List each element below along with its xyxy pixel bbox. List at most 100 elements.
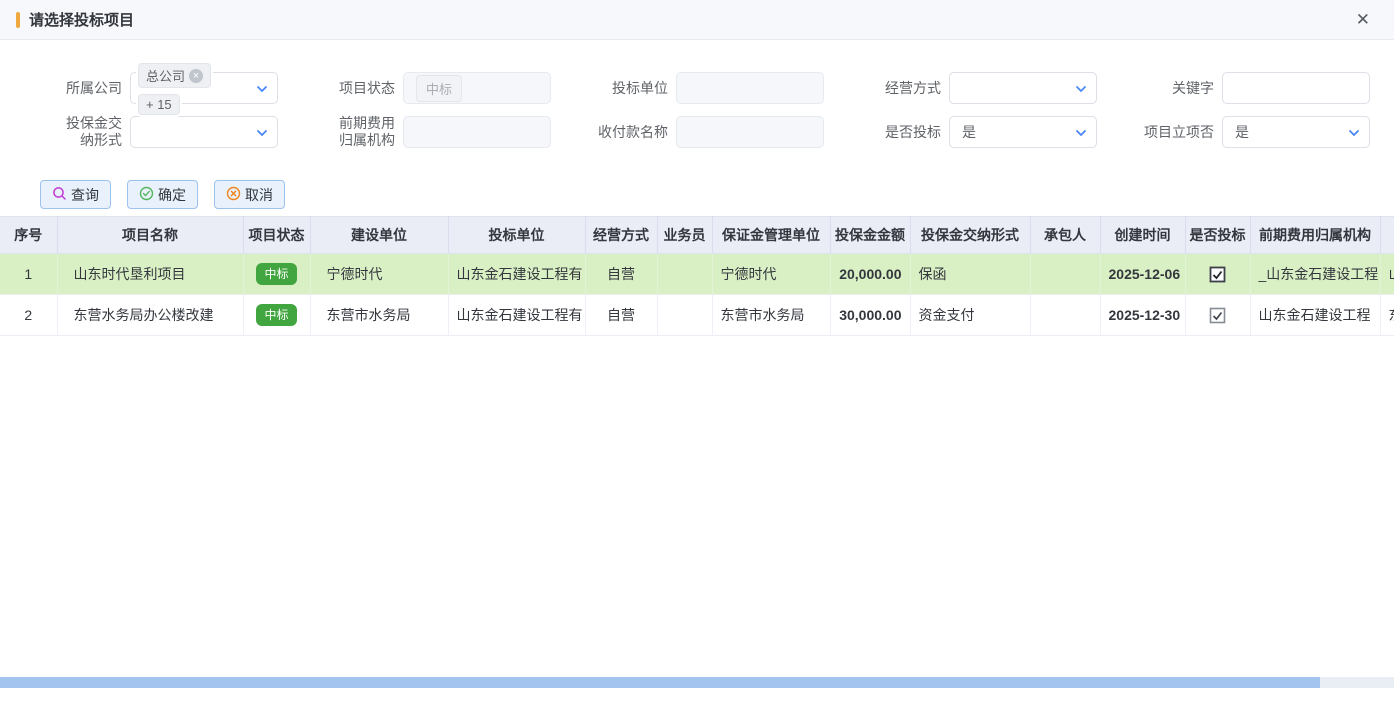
- is-bid-value: 是: [962, 122, 976, 142]
- chevron-down-icon: [255, 82, 269, 99]
- project-table: 序号 项目名称 项目状态 建设单位 投标单位 经营方式 业务员 保证金管理单位 …: [0, 216, 1394, 336]
- horizontal-scrollbar-track[interactable]: [0, 677, 1394, 688]
- cell-mode: 自营: [585, 254, 657, 295]
- is-approved-select[interactable]: 是: [1222, 116, 1370, 148]
- col-pre-cost-org: 前期费用归属机构: [1250, 217, 1380, 254]
- field-payment-name: 收付款名称: [586, 116, 824, 148]
- cell-pay-form: 资金支付: [910, 295, 1030, 336]
- col-builder: 建设单位: [310, 217, 448, 254]
- company-label: 所属公司: [40, 80, 122, 97]
- status-badge: 中标: [256, 263, 296, 285]
- title-accent-bar: [16, 12, 20, 28]
- col-extra: [1380, 217, 1394, 254]
- keyword-label: 关键字: [1132, 80, 1214, 97]
- pre-cost-org-label: 前期费用 归属机构: [313, 115, 395, 149]
- col-is-bid: 是否投标: [1185, 217, 1250, 254]
- cell-builder: 东营市水务局: [310, 295, 448, 336]
- col-project-name: 项目名称: [57, 217, 243, 254]
- col-salesman: 业务员: [657, 217, 712, 254]
- cell-builder: 宁德时代: [310, 254, 448, 295]
- col-mode: 经营方式: [585, 217, 657, 254]
- cell-is-bid: [1185, 295, 1250, 336]
- project-status-input: 中标: [403, 72, 551, 104]
- field-business-mode: 经营方式: [859, 72, 1097, 104]
- col-contractor: 承包人: [1030, 217, 1100, 254]
- pre-cost-org-input: [403, 116, 551, 148]
- field-deposit-form: 投保金交 纳形式: [40, 115, 278, 149]
- cell-amount: 30,000.00: [830, 295, 910, 336]
- chevron-down-icon: [1074, 126, 1088, 143]
- cell-seq: 2: [0, 295, 57, 336]
- cell-pre-cost-org: 山东金石建设工程: [1250, 295, 1380, 336]
- chevron-down-icon: [1347, 126, 1361, 143]
- cancel-button-label: 取消: [245, 185, 273, 205]
- confirm-button-label: 确定: [158, 185, 186, 205]
- cell-seq: 1: [0, 254, 57, 295]
- deposit-form-select[interactable]: [130, 116, 278, 148]
- field-keyword: 关键字: [1132, 72, 1370, 104]
- bid-unit-input: [676, 72, 824, 104]
- col-status: 项目状态: [243, 217, 310, 254]
- col-pay-form: 投保金交纳形式: [910, 217, 1030, 254]
- status-badge: 中标: [256, 304, 296, 326]
- cell-deposit-unit: 东营市水务局: [712, 295, 830, 336]
- filter-row-2: 投保金交 纳形式 前期费用 归属机构 收付款名称: [40, 115, 1394, 149]
- field-is-approved: 项目立项否 是: [1132, 116, 1370, 148]
- field-is-bid: 是否投标 是: [859, 116, 1097, 148]
- query-button[interactable]: 查询: [40, 180, 111, 209]
- payment-name-label: 收付款名称: [586, 124, 668, 141]
- cell-salesman: [657, 254, 712, 295]
- cell-contractor: [1030, 295, 1100, 336]
- chevron-down-icon: [255, 126, 269, 143]
- cell-created: 2025-12-30: [1100, 295, 1185, 336]
- query-button-label: 查询: [71, 185, 99, 205]
- confirm-button[interactable]: 确定: [127, 180, 198, 209]
- business-mode-label: 经营方式: [859, 80, 941, 97]
- keyword-input[interactable]: [1222, 72, 1370, 104]
- is-bid-label: 是否投标: [859, 124, 941, 141]
- business-mode-select[interactable]: [949, 72, 1097, 104]
- cell-bidder: 山东金石建设工程有: [448, 254, 585, 295]
- cell-salesman: [657, 295, 712, 336]
- company-tag-label: 总公司: [146, 66, 185, 85]
- cell-mode: 自营: [585, 295, 657, 336]
- cell-pay-form: 保函: [910, 254, 1030, 295]
- cell-contractor: [1030, 254, 1100, 295]
- close-icon[interactable]: ✕: [1348, 7, 1378, 32]
- field-pre-cost-org: 前期费用 归属机构: [313, 115, 551, 149]
- project-status-label: 项目状态: [313, 80, 395, 97]
- toolbar: 查询 确定 取消: [0, 160, 1394, 209]
- company-tag: 总公司 ×: [138, 63, 211, 88]
- table-header: 序号 项目名称 项目状态 建设单位 投标单位 经营方式 业务员 保证金管理单位 …: [0, 217, 1394, 254]
- col-bidder: 投标单位: [448, 217, 585, 254]
- cell-project-name: 东营水务局办公楼改建: [57, 295, 243, 336]
- filter-row-1: 所属公司 总公司 × + 15 项目状态 中标: [40, 72, 1394, 104]
- col-created: 创建时间: [1100, 217, 1185, 254]
- cell-pre-cost-org: _山东金石建设工程: [1250, 254, 1380, 295]
- cell-amount: 20,000.00: [830, 254, 910, 295]
- cell-deposit-unit: 宁德时代: [712, 254, 830, 295]
- filter-form: 所属公司 总公司 × + 15 项目状态 中标: [0, 40, 1394, 149]
- is-bid-select[interactable]: 是: [949, 116, 1097, 148]
- dialog-title-bar: 请选择投标项目 ✕: [0, 0, 1394, 40]
- cell-bidder: 山东金石建设工程有: [448, 295, 585, 336]
- checkbox-checked-icon[interactable]: [1209, 266, 1226, 283]
- field-project-status: 项目状态 中标: [313, 72, 551, 104]
- table-row[interactable]: 2 东营水务局办公楼改建 中标 东营市水务局 山东金石建设工程有 自营 东营市水…: [0, 295, 1394, 336]
- col-deposit-unit: 保证金管理单位: [712, 217, 830, 254]
- company-multiselect[interactable]: 总公司 × + 15: [130, 72, 278, 104]
- chevron-down-icon: [1074, 82, 1088, 99]
- horizontal-scrollbar-thumb[interactable]: [0, 677, 1320, 688]
- cell-extra: 山东: [1380, 254, 1394, 295]
- company-overflow-tag: + 15: [138, 94, 180, 115]
- table-row[interactable]: 1 山东时代垦利项目 中标 宁德时代 山东金石建设工程有 自营 宁德时代 20,…: [0, 254, 1394, 295]
- deposit-form-label: 投保金交 纳形式: [40, 115, 122, 149]
- project-status-tag: 中标: [416, 75, 462, 102]
- checkbox-checked-icon[interactable]: [1209, 307, 1226, 324]
- cell-extra: 东营: [1380, 295, 1394, 336]
- check-circle-icon: [139, 186, 154, 204]
- field-bid-unit: 投标单位: [586, 72, 824, 104]
- cancel-button[interactable]: 取消: [214, 180, 285, 209]
- cell-project-name: 山东时代垦利项目: [57, 254, 243, 295]
- tag-remove-icon[interactable]: ×: [189, 69, 203, 83]
